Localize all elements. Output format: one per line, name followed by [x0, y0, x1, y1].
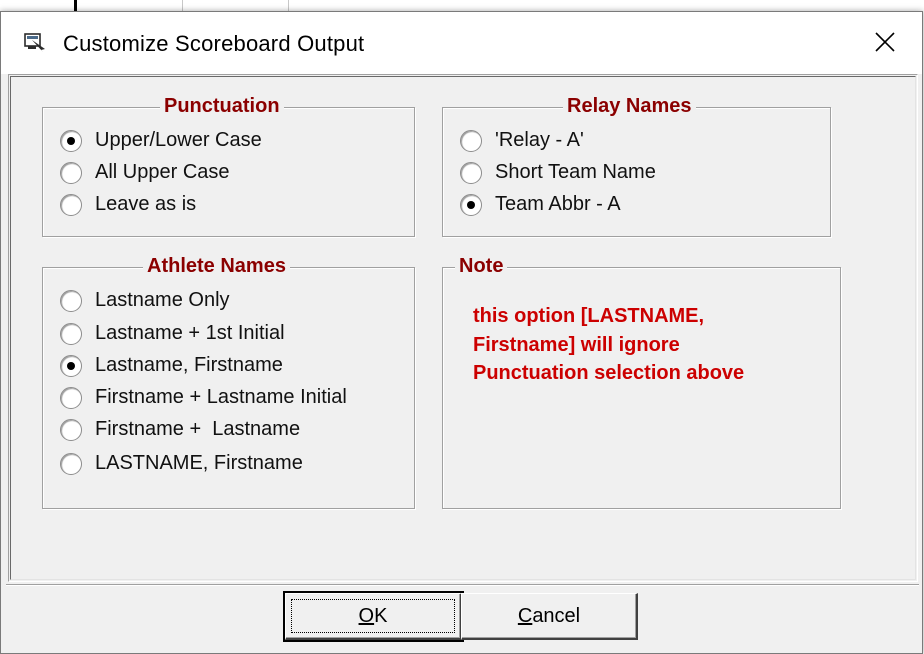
- note-group-title: Note: [455, 255, 508, 278]
- athlete-option-lastname-initial[interactable]: Lastname + 1st Initial: [60, 322, 285, 345]
- radio-button[interactable]: [60, 354, 82, 377]
- punctuation-group: Punctuation Upper/Lower Case All Upper C…: [42, 95, 415, 237]
- punctuation-option-upper-lower[interactable]: Upper/Lower Case: [60, 129, 262, 152]
- radio-button[interactable]: [60, 322, 82, 345]
- dialog-title: Customize Scoreboard Output: [63, 31, 365, 56]
- ok-button[interactable]: OK: [283, 591, 464, 642]
- cancel-button[interactable]: Cancel: [461, 593, 638, 640]
- scoreboard-app-icon: [23, 31, 47, 53]
- cancel-mnemonic: C: [517, 604, 533, 627]
- radio-button[interactable]: [460, 193, 482, 216]
- radio-button[interactable]: [60, 193, 82, 216]
- punctuation-option-all-upper[interactable]: All Upper Case: [60, 161, 230, 184]
- radio-button[interactable]: [60, 452, 82, 475]
- radio-button[interactable]: [460, 129, 482, 152]
- radio-button[interactable]: [60, 418, 82, 441]
- radio-button[interactable]: [60, 161, 82, 184]
- relay-names-group: Relay Names 'Relay - A' Short Team Name …: [442, 95, 831, 237]
- athlete-option-firstname-lastname[interactable]: Firstname + Lastname: [60, 418, 300, 441]
- note-line-2: Firstname] will ignore: [473, 333, 680, 356]
- athlete-option-lastname-firstname[interactable]: Lastname, Firstname: [60, 354, 283, 377]
- radio-button[interactable]: [60, 386, 82, 409]
- dialog-client-area: Punctuation Upper/Lower Case All Upper C…: [8, 74, 918, 582]
- note-text: this option [LASTNAME, Firstname] will i…: [473, 302, 813, 388]
- athlete-option-firstname-lastname-initial[interactable]: Firstname + Lastname Initial: [60, 386, 347, 409]
- note-line-3: Punctuation selection above: [473, 362, 745, 384]
- relay-option-short-team-name[interactable]: Short Team Name: [460, 161, 656, 184]
- customize-scoreboard-dialog: Customize Scoreboard Output Punctuation …: [0, 11, 923, 654]
- close-icon: [874, 31, 896, 58]
- radio-button[interactable]: [460, 161, 482, 184]
- close-button[interactable]: [863, 24, 907, 64]
- athlete-names-group: Athlete Names Lastname Only Lastname + 1…: [42, 255, 415, 509]
- focus-rectangle: [291, 599, 455, 633]
- athlete-names-group-title: Athlete Names: [143, 255, 290, 278]
- punctuation-group-title: Punctuation: [160, 95, 284, 118]
- note-group: Note this option [LASTNAME, Firstname] w…: [442, 255, 841, 509]
- relay-option-team-abbr[interactable]: Team Abbr - A: [460, 193, 621, 216]
- punctuation-option-leave-as-is[interactable]: Leave as is: [60, 193, 196, 216]
- cancel-label-rest: ancel: [532, 604, 581, 627]
- note-line-1: this option [LASTNAME,: [473, 305, 705, 327]
- radio-button[interactable]: [60, 289, 82, 312]
- dialog-button-bar: OK Cancel: [6, 584, 919, 653]
- dialog-titlebar: Customize Scoreboard Output: [1, 12, 922, 74]
- relay-option-relay-a[interactable]: 'Relay - A': [460, 129, 584, 152]
- athlete-option-lastname-only[interactable]: Lastname Only: [60, 289, 230, 312]
- relay-names-group-title: Relay Names: [563, 95, 696, 118]
- athlete-option-lastname-caps-firstname[interactable]: LASTNAME, Firstname: [60, 452, 303, 475]
- radio-button[interactable]: [60, 129, 82, 152]
